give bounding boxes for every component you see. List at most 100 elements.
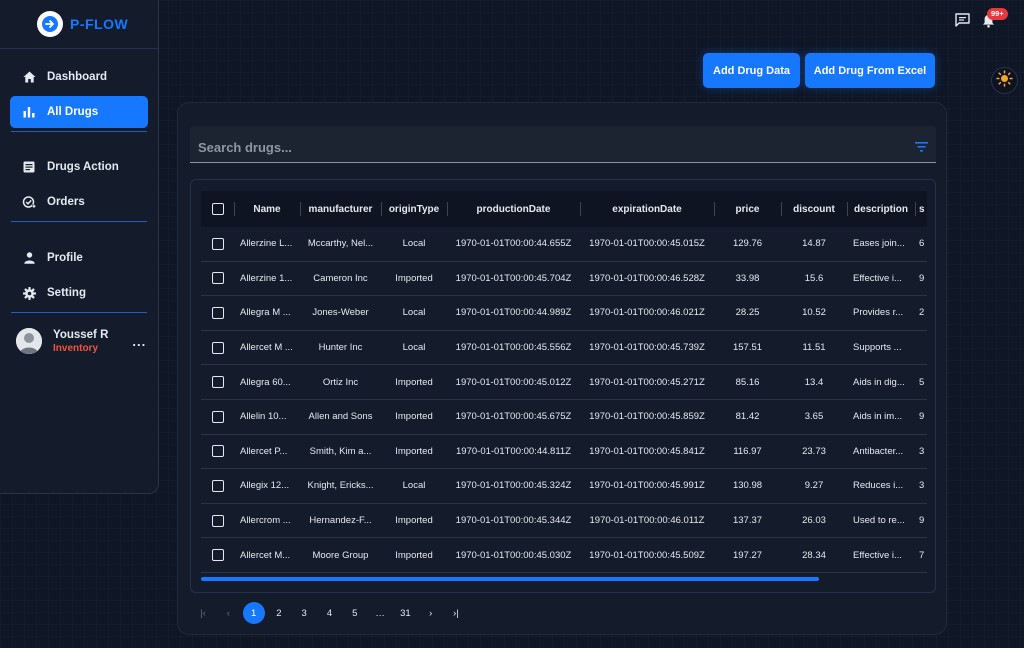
- row-checkbox[interactable]: [211, 479, 224, 492]
- table-cell: 1970-01-01T00:00:45.739Z: [589, 342, 705, 354]
- column-header-expiration-date[interactable]: expirationDate: [580, 191, 714, 227]
- table-cell: Local: [402, 342, 426, 354]
- row-select-cell: [201, 445, 234, 458]
- table-cell: 9: [919, 515, 925, 527]
- sun-icon: [996, 69, 1013, 92]
- table-cell: Mccarthy, Nel...: [307, 238, 374, 250]
- brand[interactable]: P-FLOW: [0, 0, 158, 49]
- first-page-button[interactable]: |‹: [192, 602, 214, 624]
- column-header-origin-type[interactable]: originType: [381, 191, 447, 227]
- page-button[interactable]: 31: [394, 602, 416, 624]
- table-cell: Aids in im...: [853, 411, 903, 423]
- horizontal-scrollbar[interactable]: [201, 577, 819, 581]
- row-checkbox[interactable]: [211, 272, 224, 285]
- select-all-cell: [201, 191, 234, 227]
- table-row[interactable]: Allercrom ... Hernandez-F... Imported 1970-…: [201, 504, 927, 539]
- table-cell: 130.98: [732, 480, 763, 492]
- more-options-button[interactable]: ...: [132, 334, 146, 349]
- table-row[interactable]: Allerzine L... Mccarthy, Nel... Local 1970-…: [201, 227, 927, 262]
- page-button[interactable]: 5: [344, 602, 366, 624]
- table-cell: 1970-01-01T00:00:45.015Z: [589, 238, 705, 250]
- table-cell: Effective i...: [853, 549, 902, 561]
- table-header: Name manufacturer originType productionD…: [201, 191, 927, 227]
- last-page-button[interactable]: ›|: [445, 602, 467, 624]
- row-checkbox[interactable]: [211, 376, 224, 389]
- sidebar-item-drugs-action[interactable]: Drugs Action: [10, 151, 148, 183]
- table-cell: Allegra 60...: [240, 376, 291, 388]
- user-name: Youssef R: [53, 328, 109, 341]
- table-cell: Allerzine 1...: [240, 272, 293, 284]
- theme-toggle-button[interactable]: [991, 67, 1018, 94]
- table-cell: Hernandez-F...: [309, 515, 372, 527]
- table-cell: 1970-01-01T00:00:46.528Z: [589, 272, 705, 284]
- sidebar-item-orders[interactable]: Orders: [10, 186, 148, 218]
- table-row[interactable]: Allercet P... Smith, Kim a... Imported 1970…: [201, 435, 927, 470]
- avatar[interactable]: [16, 328, 42, 354]
- column-header-manufacturer[interactable]: manufacturer: [300, 191, 381, 227]
- page-button[interactable]: 1: [242, 602, 265, 624]
- sidebar-item-label: Setting: [47, 287, 86, 299]
- table-cell: 6: [919, 238, 925, 250]
- row-checkbox[interactable]: [211, 410, 224, 423]
- table-cell: 9: [919, 272, 925, 284]
- table-cell: Effective i...: [853, 272, 902, 284]
- table-row[interactable]: Allercet M... Moore Group Imported 1970-01-…: [201, 538, 927, 573]
- table-cell: Local: [402, 480, 426, 492]
- column-header-s[interactable]: s: [915, 191, 927, 227]
- table-cell: 1970-01-01T00:00:45.012Z: [455, 376, 572, 388]
- row-checkbox[interactable]: [211, 549, 224, 562]
- column-header-name[interactable]: Name: [234, 191, 300, 227]
- table-cell: 7: [919, 549, 925, 561]
- sidebar-item-setting[interactable]: Setting: [10, 277, 148, 309]
- row-checkbox[interactable]: [211, 445, 224, 458]
- row-checkbox[interactable]: [211, 237, 224, 250]
- table-cell: Imported: [395, 549, 433, 561]
- gear-icon: [22, 286, 36, 300]
- table-cell: Allercet P...: [240, 445, 288, 457]
- chat-icon[interactable]: [955, 13, 971, 29]
- filter-icon[interactable]: [915, 139, 928, 157]
- column-header-production-date[interactable]: productionDate: [447, 191, 580, 227]
- row-checkbox[interactable]: [211, 514, 224, 527]
- table-cell: Cameron Inc: [313, 272, 368, 284]
- sidebar-item-dashboard[interactable]: Dashboard: [10, 61, 148, 93]
- page-button[interactable]: 3: [293, 602, 315, 624]
- sidebar-item-profile[interactable]: Profile: [10, 242, 148, 274]
- table-cell: 1970-01-01T00:00:45.030Z: [455, 549, 572, 561]
- next-page-button[interactable]: ›: [420, 602, 442, 624]
- table-row[interactable]: Allercet M ... Hunter Inc Local 1970-01-01T…: [201, 331, 927, 366]
- table-cell: 28.34: [802, 549, 826, 561]
- column-header-description[interactable]: description: [847, 191, 915, 227]
- page-button[interactable]: 2: [268, 602, 290, 624]
- table-cell: 1970-01-01T00:00:45.344Z: [455, 515, 572, 527]
- row-checkbox[interactable]: [211, 341, 224, 354]
- sidebar-item-all-drugs[interactable]: All Drugs: [10, 96, 148, 128]
- table-cell: 28.25: [735, 307, 760, 319]
- table-row[interactable]: Allelin 10... Allen and Sons Imported 1970-…: [201, 400, 927, 435]
- table-row[interactable]: Allegra M ... Jones-Weber Local 1970-01-01T…: [201, 296, 927, 331]
- table-row[interactable]: Allerzine 1... Cameron Inc Imported 1970-01…: [201, 262, 927, 297]
- table-row[interactable]: Allegix 12... Knight, Ericks... Local 1970-…: [201, 469, 927, 504]
- table-cell: Imported: [395, 411, 433, 423]
- column-header-price[interactable]: price: [714, 191, 781, 227]
- table-cell: 9: [919, 411, 925, 423]
- table-cell: 10.52: [802, 307, 826, 319]
- select-all-checkbox[interactable]: [211, 203, 224, 215]
- table-cell: Hunter Inc: [318, 342, 363, 354]
- row-select-cell: [201, 341, 234, 354]
- table-row[interactable]: Allegra 60... Ortiz Inc Imported 1970-01-01…: [201, 365, 927, 400]
- notification-badge: 99+: [987, 8, 1008, 20]
- page-button[interactable]: 4: [318, 602, 340, 624]
- table-cell: 1970-01-01T00:00:45.556Z: [455, 342, 572, 354]
- table-cell: Knight, Ericks...: [307, 480, 374, 492]
- add-drug-button[interactable]: Add Drug Data: [703, 53, 800, 88]
- row-select-cell: [201, 376, 234, 389]
- brand-name: P-FLOW: [70, 16, 129, 32]
- add-drug-from-excel-button[interactable]: Add Drug From Excel: [805, 53, 935, 88]
- prev-page-button[interactable]: ‹: [217, 602, 239, 624]
- column-header-discount[interactable]: discount: [781, 191, 847, 227]
- search-bar: [190, 126, 936, 163]
- row-checkbox[interactable]: [211, 306, 224, 319]
- search-input[interactable]: [190, 126, 890, 162]
- table-cell: 1970-01-01T00:00:45.675Z: [455, 411, 572, 423]
